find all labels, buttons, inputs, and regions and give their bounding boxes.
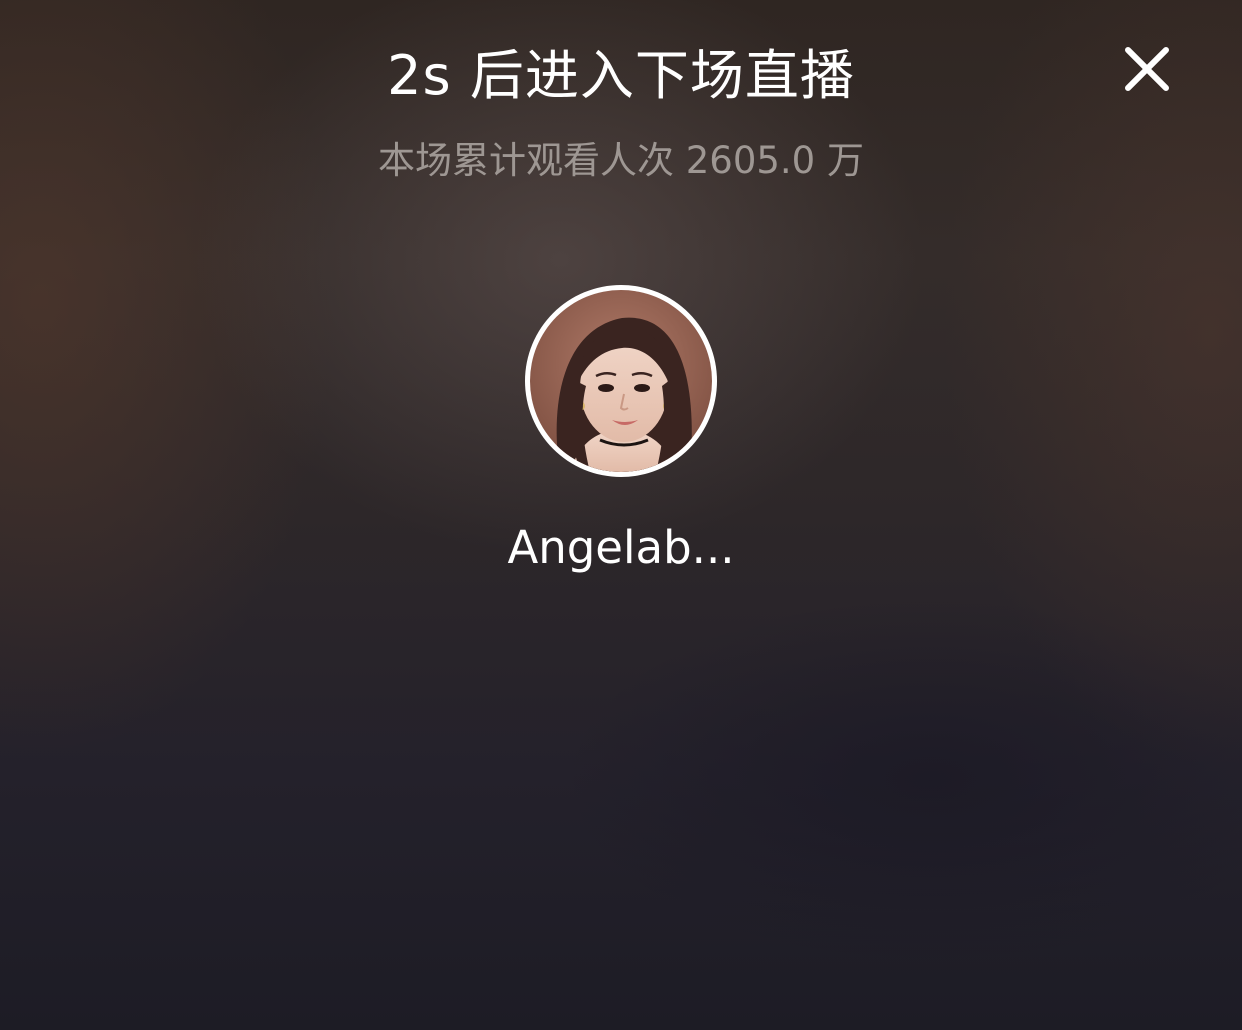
- close-button[interactable]: [1116, 40, 1176, 100]
- streamer-avatar[interactable]: [525, 285, 717, 477]
- avatar-image: [530, 290, 712, 472]
- close-icon: [1125, 47, 1169, 91]
- viewer-count-text: 本场累计观看人次 2605.0 万: [378, 139, 864, 182]
- streamer-name: Angelab...: [507, 521, 735, 574]
- countdown-title: 2s 后进入下场直播: [387, 44, 855, 107]
- next-live-overlay: 2s 后进入下场直播 本场累计观看人次 2605.0 万 Angelab...: [0, 0, 1242, 1030]
